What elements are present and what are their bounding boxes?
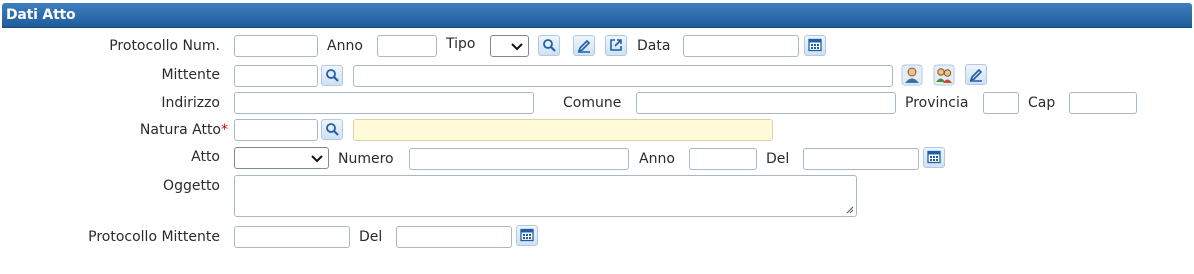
del-mittente-calendar-button[interactable] bbox=[516, 225, 538, 246]
del-mittente-label: Del bbox=[359, 229, 383, 245]
del-atto-label: Del bbox=[766, 151, 790, 167]
mittente-label: Mittente bbox=[161, 67, 220, 83]
protocollo-num-input[interactable] bbox=[234, 35, 318, 57]
natura-atto-label: Natura Atto* bbox=[80, 122, 228, 138]
calendar-icon bbox=[927, 150, 941, 164]
data-calendar-button[interactable] bbox=[804, 35, 826, 56]
tipo-select[interactable] bbox=[490, 35, 529, 57]
edit-tipo-button[interactable] bbox=[573, 35, 595, 56]
anno-atto-label: Anno bbox=[639, 151, 675, 167]
calendar-icon bbox=[808, 38, 822, 52]
search-natura-atto-button[interactable] bbox=[321, 119, 343, 140]
oggetto-label: Oggetto bbox=[163, 178, 220, 194]
search-tipo-button[interactable] bbox=[538, 35, 560, 56]
tipo-label: Tipo bbox=[446, 36, 476, 52]
numero-label: Numero bbox=[338, 151, 394, 167]
numero-input[interactable] bbox=[409, 148, 629, 170]
pencil-icon bbox=[969, 68, 983, 82]
del-mittente-input[interactable] bbox=[396, 226, 512, 248]
person-icon bbox=[901, 64, 923, 86]
protocollo-mittente-input[interactable] bbox=[234, 226, 350, 248]
calendar-icon bbox=[520, 228, 534, 242]
provincia-label: Provincia bbox=[905, 95, 969, 111]
anno-atto-input[interactable] bbox=[689, 148, 757, 170]
indirizzo-label: Indirizzo bbox=[161, 95, 220, 111]
protocollo-num-label: Protocollo Num. bbox=[109, 38, 220, 54]
search-mittente-button[interactable] bbox=[321, 65, 343, 86]
panel-header: Dati Atto bbox=[2, 3, 1192, 28]
cap-label: Cap bbox=[1028, 95, 1056, 111]
atto-select[interactable] bbox=[234, 147, 329, 169]
person-button[interactable] bbox=[901, 64, 923, 86]
protocollo-mittente-label: Protocollo Mittente bbox=[88, 229, 220, 245]
natura-atto-description-input[interactable] bbox=[353, 119, 773, 141]
cap-input[interactable] bbox=[1069, 92, 1137, 114]
search-icon bbox=[326, 69, 339, 82]
natura-atto-label-text: Natura Atto bbox=[139, 122, 221, 138]
open-tipo-button[interactable] bbox=[605, 35, 627, 56]
resize-grip-icon[interactable] bbox=[846, 206, 854, 214]
oggetto-textarea[interactable] bbox=[234, 175, 857, 217]
people-icon bbox=[933, 64, 955, 86]
search-icon bbox=[543, 39, 556, 52]
mittente-name-input[interactable] bbox=[353, 65, 893, 87]
indirizzo-input[interactable] bbox=[234, 92, 534, 114]
comune-label: Comune bbox=[563, 95, 622, 111]
search-icon bbox=[326, 123, 339, 136]
people-button[interactable] bbox=[933, 64, 955, 86]
comune-input[interactable] bbox=[636, 92, 896, 114]
atto-label: Atto bbox=[191, 149, 220, 165]
provincia-input[interactable] bbox=[983, 92, 1019, 114]
mittente-code-input[interactable] bbox=[234, 65, 318, 87]
del-atto-calendar-button[interactable] bbox=[923, 147, 945, 168]
external-link-icon bbox=[610, 39, 622, 51]
chevron-down-icon bbox=[511, 43, 523, 51]
natura-atto-code-input[interactable] bbox=[234, 119, 318, 141]
required-mark: * bbox=[221, 122, 228, 138]
anno-input[interactable] bbox=[377, 35, 437, 57]
data-label: Data bbox=[637, 38, 671, 54]
panel-title: Dati Atto bbox=[6, 7, 76, 23]
anno-label: Anno bbox=[327, 38, 363, 54]
chevron-down-icon bbox=[311, 155, 323, 163]
edit-mittente-button[interactable] bbox=[965, 64, 987, 85]
data-input[interactable] bbox=[683, 35, 799, 57]
pencil-icon bbox=[577, 39, 591, 53]
del-atto-input[interactable] bbox=[803, 148, 919, 170]
